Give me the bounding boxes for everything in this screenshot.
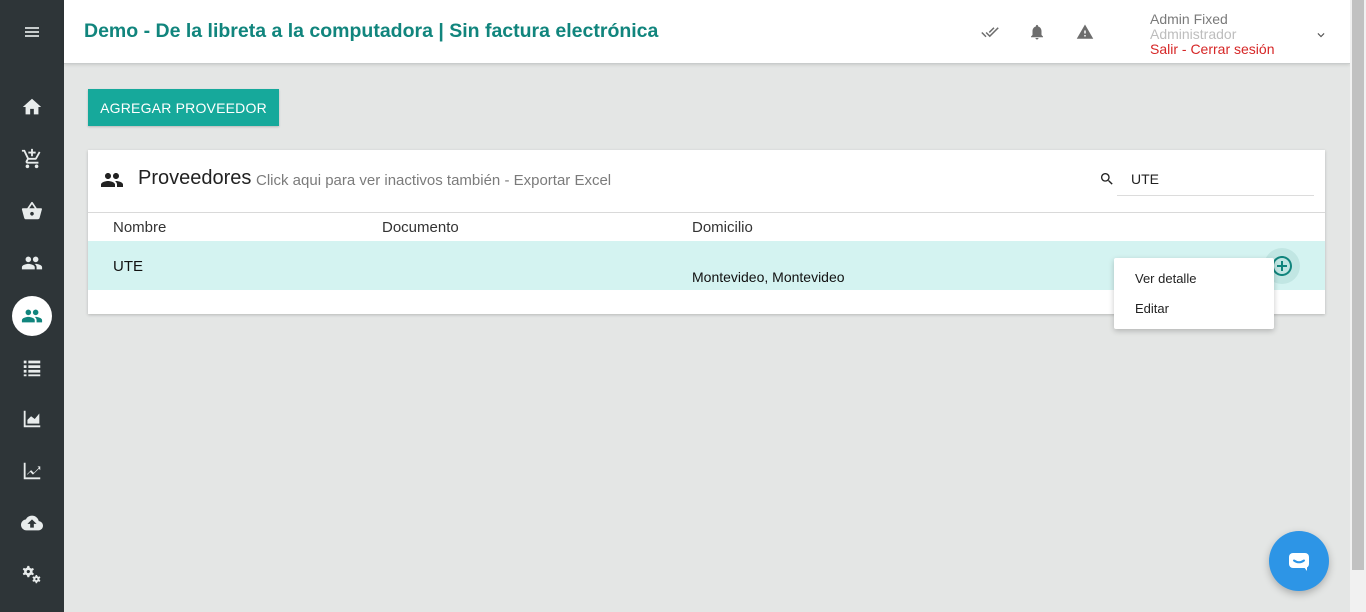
cart-add-icon — [21, 148, 41, 169]
menu-item-edit[interactable]: Editar — [1114, 294, 1274, 324]
row-actions-menu: Ver detalle Editar — [1114, 258, 1274, 329]
search-input[interactable] — [1117, 163, 1314, 196]
add-supplier-button[interactable]: AGREGAR PROVEEDOR — [88, 89, 279, 126]
suppliers-icon — [21, 309, 43, 323]
cell-nombre: UTE — [113, 258, 143, 275]
chat-icon — [1289, 553, 1309, 571]
column-header-documento[interactable]: Documento — [382, 219, 459, 236]
suppliers-icon — [100, 168, 124, 192]
list-icon — [23, 360, 41, 377]
sidebar — [0, 0, 64, 612]
column-header-domicilio[interactable]: Domicilio — [692, 219, 753, 236]
column-header-nombre[interactable]: Nombre — [113, 219, 166, 236]
page-scrollbar[interactable] — [1350, 0, 1366, 612]
bell-icon[interactable] — [1027, 22, 1047, 42]
sidebar-item-settings[interactable] — [12, 555, 52, 595]
show-inactive-export-link[interactable]: Click aqui para ver inactivos también - … — [256, 172, 611, 189]
basket-icon — [21, 201, 42, 220]
sidebar-item-clients[interactable] — [12, 243, 52, 283]
table-header: Nombre Documento Domicilio — [88, 212, 1325, 241]
area-chart-icon — [23, 410, 41, 428]
logout-link[interactable]: Salir - Cerrar sesión — [1150, 41, 1274, 57]
home-icon — [22, 98, 42, 115]
card-title: Proveedores — [138, 167, 252, 189]
cloud-upload-icon — [21, 515, 43, 531]
sidebar-item-home[interactable] — [12, 87, 52, 127]
menu-icon[interactable] — [12, 12, 52, 52]
chat-widget-button[interactable] — [1269, 531, 1329, 591]
warning-icon[interactable] — [1075, 22, 1095, 42]
sidebar-item-reports[interactable] — [12, 399, 52, 439]
sidebar-item-upload[interactable] — [12, 503, 52, 543]
user-role: Administrador — [1150, 26, 1237, 42]
sidebar-item-list[interactable] — [12, 348, 52, 388]
sidebar-item-stats[interactable] — [12, 451, 52, 491]
sidebar-item-purchases[interactable] — [12, 191, 52, 231]
app-title: Demo - De la libreta a la computadora | … — [84, 20, 659, 42]
scroll-thumb[interactable] — [1352, 0, 1364, 570]
sidebar-item-sales[interactable] — [12, 139, 52, 179]
chevron-down-icon[interactable] — [1314, 28, 1328, 42]
menu-item-view-detail[interactable]: Ver detalle — [1114, 264, 1274, 294]
users-icon — [21, 256, 43, 270]
double-check-icon[interactable] — [980, 22, 1000, 42]
trending-icon — [23, 462, 41, 480]
cell-domicilio: Montevideo, Montevideo — [692, 269, 845, 285]
settings-icon — [22, 565, 41, 584]
top-bar: Demo - De la libreta a la computadora | … — [64, 0, 1350, 64]
user-menu[interactable]: Admin Fixed Administrador Salir - Cerrar… — [1150, 11, 1330, 59]
sidebar-item-suppliers[interactable] — [12, 296, 52, 336]
search-icon — [1099, 171, 1115, 187]
user-name: Admin Fixed — [1150, 11, 1228, 27]
